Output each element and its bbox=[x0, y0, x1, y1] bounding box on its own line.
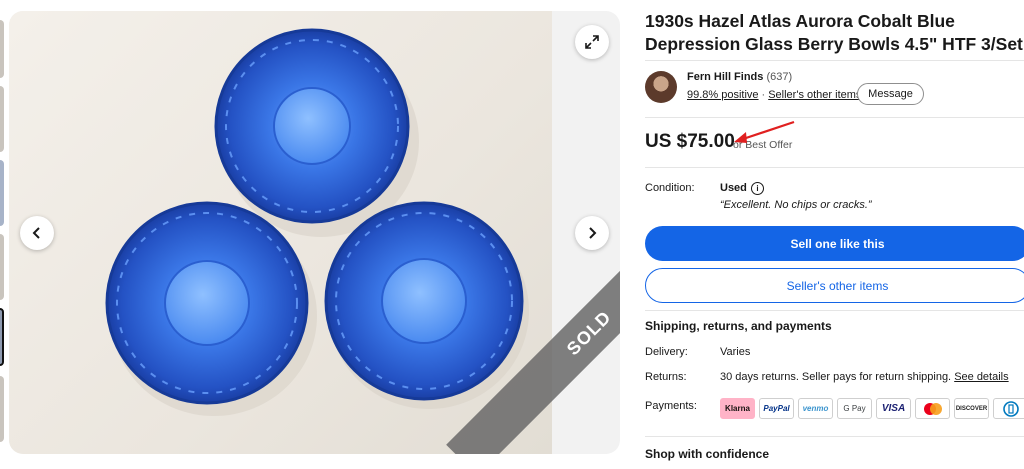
chevron-right-icon bbox=[589, 227, 597, 239]
image-viewer: SOLD bbox=[9, 11, 620, 454]
divider bbox=[645, 310, 1024, 311]
mastercard-icon bbox=[915, 398, 950, 419]
diners-club-icon bbox=[993, 398, 1024, 419]
previous-image-button[interactable] bbox=[20, 216, 54, 250]
thumbnail-selected[interactable] bbox=[0, 308, 4, 366]
seller-name[interactable]: Fern Hill Finds bbox=[687, 71, 763, 83]
product-photo bbox=[9, 11, 552, 454]
sell-one-like-this-button[interactable]: Sell one like this bbox=[645, 226, 1024, 261]
seller-feedback-count: (637) bbox=[766, 71, 793, 83]
sellers-other-items-button[interactable]: Seller's other items bbox=[645, 268, 1024, 303]
bowl-right bbox=[324, 201, 524, 401]
returns-label: Returns: bbox=[645, 371, 687, 383]
bowl-left bbox=[105, 201, 309, 405]
condition-value: Used bbox=[720, 182, 747, 194]
separator: · bbox=[761, 89, 766, 101]
message-button[interactable]: Message bbox=[857, 83, 924, 105]
divider bbox=[645, 436, 1024, 437]
condition-label: Condition: bbox=[645, 182, 695, 194]
shop-with-confidence-heading: Shop with confidence bbox=[645, 447, 770, 461]
visa-icon: VISA bbox=[876, 398, 911, 419]
seller-other-items-link[interactable]: Seller's other items bbox=[768, 89, 861, 101]
thumbnail-4[interactable] bbox=[0, 234, 4, 300]
discover-icon: DISCOVER bbox=[954, 398, 989, 419]
divider bbox=[645, 117, 1024, 118]
info-icon[interactable]: i bbox=[751, 182, 764, 195]
next-image-button[interactable] bbox=[575, 216, 609, 250]
seller-avatar[interactable] bbox=[645, 71, 677, 103]
thumbnail-2[interactable] bbox=[0, 86, 4, 152]
thumbnail-3[interactable] bbox=[0, 160, 4, 226]
delivery-label: Delivery: bbox=[645, 346, 688, 358]
paypal-icon: PayPal bbox=[759, 398, 794, 419]
seller-feedback-link[interactable]: 99.8% positive bbox=[687, 89, 759, 101]
delivery-value: Varies bbox=[720, 346, 751, 358]
shipping-heading: Shipping, returns, and payments bbox=[645, 319, 832, 333]
item-title: 1930s Hazel Atlas Aurora Cobalt Blue Dep… bbox=[645, 11, 1023, 54]
expand-icon bbox=[585, 35, 599, 49]
returns-value: 30 days returns. Seller pays for return … bbox=[720, 371, 952, 383]
red-arrow-annotation bbox=[734, 120, 795, 143]
klarna-icon: Klarna bbox=[720, 398, 755, 419]
thumbnail-1[interactable] bbox=[0, 20, 4, 78]
payments-label: Payments: bbox=[645, 400, 697, 412]
payment-methods: Klarna PayPal venmo G Pay VISA DISCOVER bbox=[720, 398, 1024, 419]
bowl-top bbox=[214, 28, 410, 224]
thumbnail-6[interactable] bbox=[0, 376, 4, 442]
fullscreen-button[interactable] bbox=[575, 25, 609, 59]
divider bbox=[645, 60, 1024, 61]
bowls-illustration bbox=[105, 28, 529, 416]
chevron-left-icon bbox=[32, 227, 40, 239]
sold-label: SOLD bbox=[562, 306, 615, 359]
venmo-icon: venmo bbox=[798, 398, 833, 419]
google-pay-icon: G Pay bbox=[837, 398, 872, 419]
condition-description: “Excellent. No chips or cracks.” bbox=[720, 199, 872, 211]
divider bbox=[645, 167, 1024, 168]
price: US $75.00 bbox=[645, 131, 735, 152]
see-details-link[interactable]: See details bbox=[954, 371, 1008, 383]
